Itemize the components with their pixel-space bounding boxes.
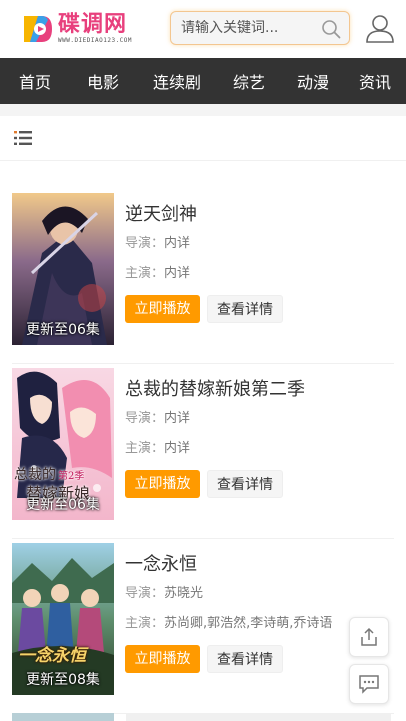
list-toolbar xyxy=(0,116,406,161)
video-title[interactable]: 总裁的替嫁新娘第二季 xyxy=(125,376,394,404)
section-divider xyxy=(0,104,406,116)
next-item-peek xyxy=(126,713,391,721)
video-poster[interactable]: 一念永恒 更新至08集 xyxy=(12,543,114,695)
cast-value: 苏尚卿,郭浩然,李诗萌,乔诗语 xyxy=(164,616,333,631)
logo-text: 碟调网 xyxy=(58,12,128,37)
cast-value: 内详 xyxy=(164,441,191,456)
video-list: 更新至06集 逆天剑神 导演：内详 主演：内详 立即播放 查看详情 总裁的 第2… xyxy=(0,189,406,714)
director-row: 导演：苏晓光 xyxy=(125,579,394,609)
nav-item-anime[interactable]: 动漫 xyxy=(283,69,343,93)
cast-row: 主演：内详 xyxy=(125,434,394,464)
play-button[interactable]: 立即播放 xyxy=(125,470,200,498)
director-row: 导演：内详 xyxy=(125,229,394,259)
video-item: 更新至06集 逆天剑神 导演：内详 主演：内详 立即播放 查看详情 xyxy=(12,189,394,364)
search-input[interactable] xyxy=(181,20,321,36)
director-value: 内详 xyxy=(164,411,191,426)
logo-icon xyxy=(20,12,54,46)
nav-item-variety[interactable]: 综艺 xyxy=(219,69,279,93)
nav-item-movies[interactable]: 电影 xyxy=(73,69,133,93)
nav-item-series[interactable]: 连续剧 xyxy=(141,69,213,93)
search-icon[interactable] xyxy=(321,19,341,39)
director-label: 导演： xyxy=(125,236,165,251)
detail-button[interactable]: 查看详情 xyxy=(207,295,283,323)
video-item: 一念永恒 更新至08集 一念永恒 导演：苏晓光 主演：苏尚卿,郭浩然,李诗萌,乔… xyxy=(12,539,394,714)
next-item-poster-peek xyxy=(12,713,114,721)
director-label: 导演： xyxy=(125,586,165,601)
site-logo[interactable]: 碟调网 WWW.DIEDIAO123.COM xyxy=(20,12,150,46)
share-button[interactable] xyxy=(349,617,389,657)
video-poster[interactable]: 更新至06集 xyxy=(12,193,114,345)
play-button[interactable]: 立即播放 xyxy=(125,295,200,323)
play-button[interactable]: 立即播放 xyxy=(125,645,200,673)
logo-url: WWW.DIEDIAO123.COM xyxy=(58,37,133,44)
share-icon xyxy=(361,627,377,646)
comment-icon xyxy=(359,675,379,694)
cast-value: 内详 xyxy=(164,266,191,281)
episode-badge: 更新至06集 xyxy=(26,322,100,338)
episode-badge: 更新至08集 xyxy=(26,672,100,688)
cast-label: 主演： xyxy=(125,616,165,631)
header: 碟调网 WWW.DIEDIAO123.COM xyxy=(0,0,406,58)
episode-badge: 更新至06集 xyxy=(26,497,100,513)
search-box[interactable] xyxy=(170,11,350,45)
director-label: 导演： xyxy=(125,411,165,426)
video-title[interactable]: 一念永恒 xyxy=(125,551,394,579)
director-row: 导演：内详 xyxy=(125,404,394,434)
video-title[interactable]: 逆天剑神 xyxy=(125,201,394,229)
director-value: 内详 xyxy=(164,236,191,251)
video-item: 总裁的 第2季 替嫁新娘 更新至06集 总裁的替嫁新娘第二季 导演：内详 主演：内… xyxy=(12,364,394,539)
video-poster[interactable]: 总裁的 第2季 替嫁新娘 更新至06集 xyxy=(12,368,114,520)
main-nav: 首页 电影 连续剧 综艺 动漫 资讯 xyxy=(0,58,406,104)
cast-row: 主演：内详 xyxy=(125,259,394,289)
cast-label: 主演： xyxy=(125,266,165,281)
nav-item-news[interactable]: 资讯 xyxy=(345,69,405,93)
comment-button[interactable] xyxy=(349,664,389,704)
poster-title-art: 一念永恒 xyxy=(18,646,86,666)
nav-item-home[interactable]: 首页 xyxy=(5,69,65,93)
list-icon[interactable] xyxy=(14,130,32,146)
detail-button[interactable]: 查看详情 xyxy=(207,645,283,673)
user-icon[interactable] xyxy=(364,12,396,44)
cast-label: 主演： xyxy=(125,441,165,456)
director-value: 苏晓光 xyxy=(164,586,204,601)
detail-button[interactable]: 查看详情 xyxy=(207,470,283,498)
